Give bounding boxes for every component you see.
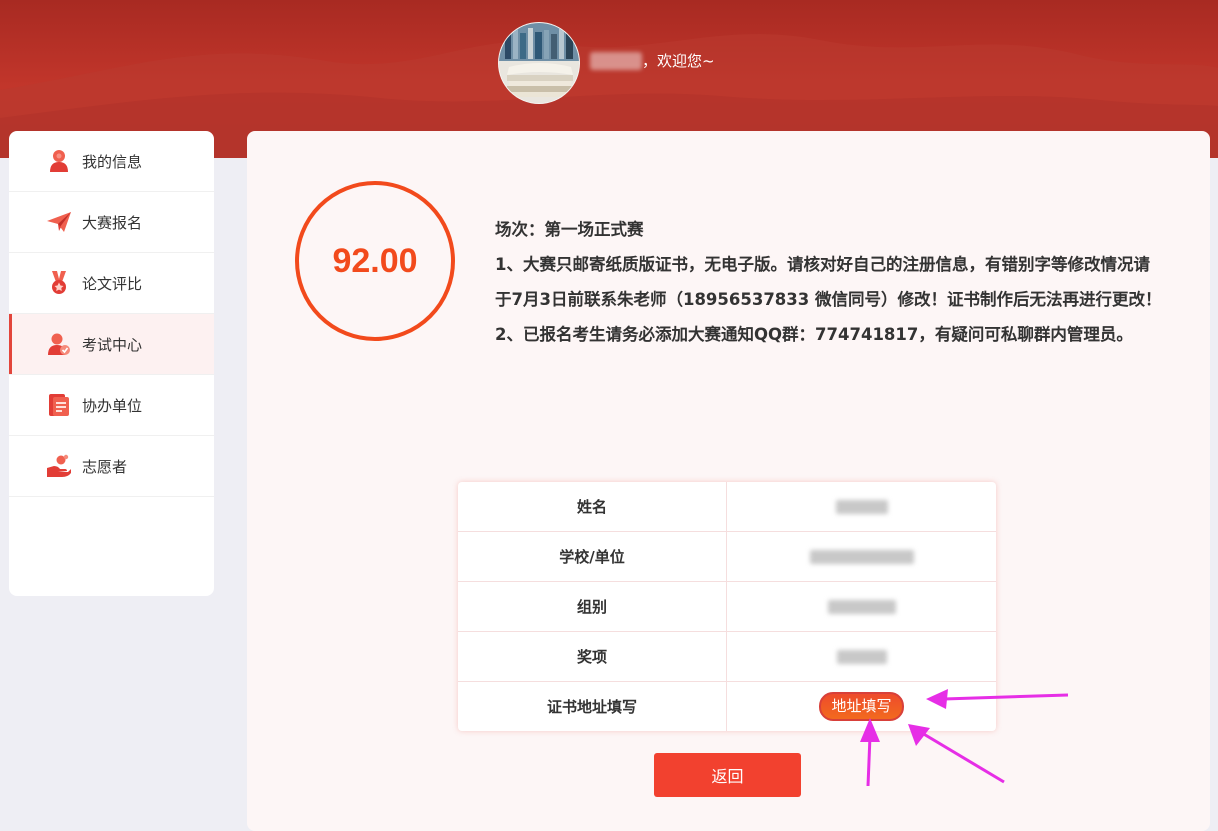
back-button[interactable]: 返回 [654,753,801,797]
sidebar-item-paper-review[interactable]: 论文评比 [9,253,214,314]
row-key: 姓名 [458,482,727,531]
sidebar-item-volunteers[interactable]: 志愿者 [9,436,214,497]
sidebar-item-co-organizers[interactable]: 协办单位 [9,375,214,436]
row-key: 学校/单位 [458,532,727,581]
table-row: 学校/单位 [458,532,996,582]
row-key: 奖项 [458,632,727,681]
redacted-value [835,499,888,514]
notice-line-1: 1、大赛只邮寄纸质版证书，无电子版。请核对好自己的注册信息，有错别字等修改情况请… [495,255,1162,309]
sidebar-item-exam-center[interactable]: 考试中心 [9,314,214,375]
table-row: 证书地址填写 地址填写 [458,682,996,731]
row-value [727,582,996,631]
sidebar-item-label: 大赛报名 [82,213,143,232]
row-value [727,482,996,531]
redacted-value [836,649,887,664]
username-redacted [590,52,642,70]
row-key: 证书地址填写 [458,682,727,731]
books-avatar-icon [499,23,579,103]
medal-icon [46,270,72,296]
sidebar-item-registration[interactable]: 大赛报名 [9,192,214,253]
table-row: 奖项 [458,632,996,682]
table-row: 组别 [458,582,996,632]
row-value: 地址填写 [727,682,996,731]
sidebar-item-label: 我的信息 [82,152,143,171]
user-avatar[interactable] [498,22,580,104]
sidebar-item-label: 协办单位 [82,396,143,415]
address-fill-button[interactable]: 地址填写 [819,692,904,721]
notice-text: 场次：第一场正式赛 1、大赛只邮寄纸质版证书，无电子版。请核对好自己的注册信息，… [495,212,1163,352]
row-key: 组别 [458,582,727,631]
certificate-info-table: 姓名 学校/单位 组别 奖项 证书地址填写 地址填写 [458,482,996,731]
paper-plane-icon [46,209,72,235]
main-panel: 92.00 场次：第一场正式赛 1、大赛只邮寄纸质版证书，无电子版。请核对好自己… [247,131,1210,831]
sidebar-item-label: 论文评比 [82,274,143,293]
user-exam-icon [46,331,72,357]
notice-line-2: 2、已报名考生请务必添加大赛通知QQ群：774741817，有疑问可私聊群内管理… [495,325,1133,344]
row-value [727,632,996,681]
sidebar-item-label: 考试中心 [82,335,143,354]
sidebar-item-label: 志愿者 [82,457,128,476]
document-icon [46,392,72,418]
redacted-value [809,549,914,564]
welcome-text: ，欢迎您~ [642,52,715,70]
row-value [727,532,996,581]
score-value: 92.00 [332,241,418,280]
redacted-value [827,599,896,614]
session-label: 场次：第一场正式赛 [495,220,644,239]
table-row: 姓名 [458,482,996,532]
sidebar: 我的信息 大赛报名 论文评比 考试中心 协办单位 志愿者 [9,131,214,596]
hand-heart-icon [46,453,72,479]
sidebar-item-my-info[interactable]: 我的信息 [9,131,214,192]
score-circle: 92.00 [295,181,455,341]
person-icon [46,148,72,174]
